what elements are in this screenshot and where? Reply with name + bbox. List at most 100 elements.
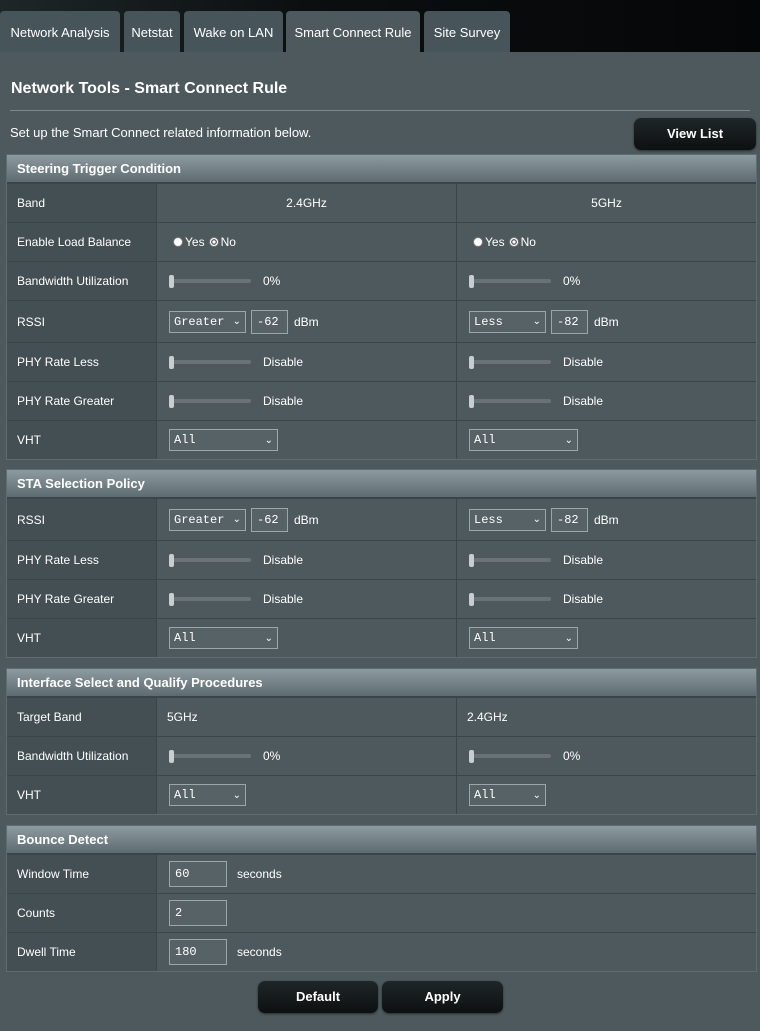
vht-select[interactable]: All ⌄ (469, 784, 546, 806)
slider-value: Disable (263, 553, 304, 567)
counts-input[interactable]: 2 (169, 900, 227, 926)
phy-rate-greater-row: PHY Rate Greater Disable Disable (7, 381, 756, 420)
rssi-operator-select[interactable]: Less ⌄ (469, 310, 546, 333)
bandwidth-slider[interactable] (169, 275, 251, 288)
counts-row: Counts 2 (7, 893, 756, 932)
vht-select[interactable]: All ⌄ (469, 627, 578, 649)
chevron-down-icon: ⌄ (564, 632, 573, 644)
no-label: No (220, 235, 236, 249)
default-button[interactable]: Default (258, 981, 378, 1013)
chevron-down-icon: ⌄ (232, 514, 241, 525)
slider-knob[interactable] (469, 395, 474, 408)
unit-label: dBm (294, 512, 319, 527)
row-label: PHY Rate Less (7, 343, 156, 381)
vht-row: VHT All ⌄ All ⌄ (7, 420, 756, 459)
phy-rate-slider[interactable] (169, 593, 251, 606)
slider-knob[interactable] (169, 750, 174, 763)
rssi-operator-select[interactable]: Less ⌄ (469, 508, 546, 531)
no-radio[interactable] (508, 237, 519, 247)
slider-value: 0% (263, 274, 281, 288)
yes-label: Yes (485, 235, 505, 249)
chevron-down-icon: ⌄ (564, 434, 573, 446)
rssi-row: RSSI Greater ⌄ -62 dBm Less ⌄ -82 dBm (7, 498, 756, 540)
phy-rate-slider[interactable] (169, 356, 251, 369)
vht-select[interactable]: All ⌄ (169, 627, 278, 649)
chevron-down-icon: ⌄ (232, 316, 241, 327)
vht-select[interactable]: All ⌄ (469, 429, 578, 451)
rssi-operator-select[interactable]: Greater ⌄ (169, 310, 246, 333)
row-label: RSSI (7, 301, 156, 342)
interface-select-section: Interface Select and Qualify Procedures … (6, 668, 757, 815)
section-title: Steering Trigger Condition (7, 155, 756, 183)
window-time-row: Window Time 60 seconds (7, 854, 756, 893)
view-list-button[interactable]: View List (634, 118, 756, 150)
no-radio[interactable] (208, 237, 219, 247)
slider-knob[interactable] (469, 554, 474, 567)
chevron-down-icon: ⌄ (532, 316, 541, 327)
phy-rate-slider[interactable] (169, 395, 251, 408)
vht-select[interactable]: All ⌄ (169, 429, 278, 451)
bandwidth-row: Bandwidth Utilization 0% 0% (7, 261, 756, 300)
vht-row: VHT All ⌄ All ⌄ (7, 618, 756, 657)
bandwidth-slider[interactable] (469, 750, 551, 763)
bandwidth-row: Bandwidth Utilization 0% 0% (7, 736, 756, 775)
slider-knob[interactable] (469, 593, 474, 606)
slider-knob[interactable] (469, 356, 474, 369)
row-label: Dwell Time (7, 933, 156, 971)
rssi-operator-select[interactable]: Greater ⌄ (169, 508, 246, 531)
apply-button[interactable]: Apply (382, 981, 503, 1013)
phy-rate-slider[interactable] (469, 554, 551, 567)
phy-rate-less-row: PHY Rate Less Disable Disable (7, 540, 756, 579)
slider-value: Disable (563, 553, 604, 567)
bandwidth-slider[interactable] (469, 275, 551, 288)
slider-knob[interactable] (169, 356, 174, 369)
slider-knob[interactable] (169, 275, 174, 288)
chevron-down-icon: ⌄ (532, 514, 541, 525)
slider-knob[interactable] (469, 275, 474, 288)
slider-knob[interactable] (469, 750, 474, 763)
slider-value: 0% (563, 274, 581, 288)
tab-smart-connect-rule[interactable]: Smart Connect Rule (286, 11, 420, 52)
dwell-time-input[interactable]: 180 (169, 939, 227, 965)
rssi-input[interactable]: -82 (551, 507, 588, 532)
slider-knob[interactable] (169, 395, 174, 408)
dwell-time-row: Dwell Time 180 seconds (7, 932, 756, 971)
vht-select[interactable]: All ⌄ (169, 784, 246, 806)
yes-radio[interactable] (173, 237, 183, 247)
rssi-row: RSSI Greater ⌄ -62 dBm Less ⌄ -82 dBm (7, 300, 756, 342)
slider-value: 0% (263, 749, 281, 763)
row-label: PHY Rate Greater (7, 382, 156, 420)
bounce-detect-section: Bounce Detect Window Time 60 seconds Cou… (6, 825, 757, 972)
slider-knob[interactable] (169, 554, 174, 567)
phy-rate-slider[interactable] (469, 593, 551, 606)
chevron-down-icon: ⌄ (264, 434, 273, 446)
slider-value: Disable (563, 355, 604, 369)
page-title: Network Tools - Smart Connect Rule (11, 80, 288, 97)
tab-wake-on-lan[interactable]: Wake on LAN (184, 11, 283, 52)
tab-site-survey[interactable]: Site Survey (424, 11, 510, 52)
phy-rate-slider[interactable] (169, 554, 251, 567)
unit-label: seconds (237, 867, 282, 881)
bandwidth-slider[interactable] (169, 750, 251, 763)
tab-netstat[interactable]: Netstat (124, 11, 180, 52)
slider-knob[interactable] (169, 593, 174, 606)
slider-value: 0% (563, 749, 581, 763)
rssi-input[interactable]: -82 (551, 309, 588, 334)
row-label: Target Band (7, 698, 156, 736)
chevron-down-icon: ⌄ (232, 789, 241, 801)
unit-label: dBm (594, 512, 619, 527)
yes-radio[interactable] (473, 237, 483, 247)
slider-value: Disable (263, 592, 304, 606)
phy-rate-slider[interactable] (469, 395, 551, 408)
band-row: Band 2.4GHz 5GHz (7, 183, 756, 222)
slider-value: Disable (263, 394, 304, 408)
row-label: VHT (7, 776, 156, 814)
rssi-input[interactable]: -62 (251, 507, 288, 532)
phy-rate-slider[interactable] (469, 356, 551, 369)
row-label: PHY Rate Greater (7, 580, 156, 618)
tab-network-analysis[interactable]: Network Analysis (0, 11, 120, 52)
rssi-input[interactable]: -62 (251, 309, 288, 334)
target-band-value: 5GHz (156, 698, 456, 736)
phy-rate-greater-row: PHY Rate Greater Disable Disable (7, 579, 756, 618)
window-time-input[interactable]: 60 (169, 861, 227, 887)
